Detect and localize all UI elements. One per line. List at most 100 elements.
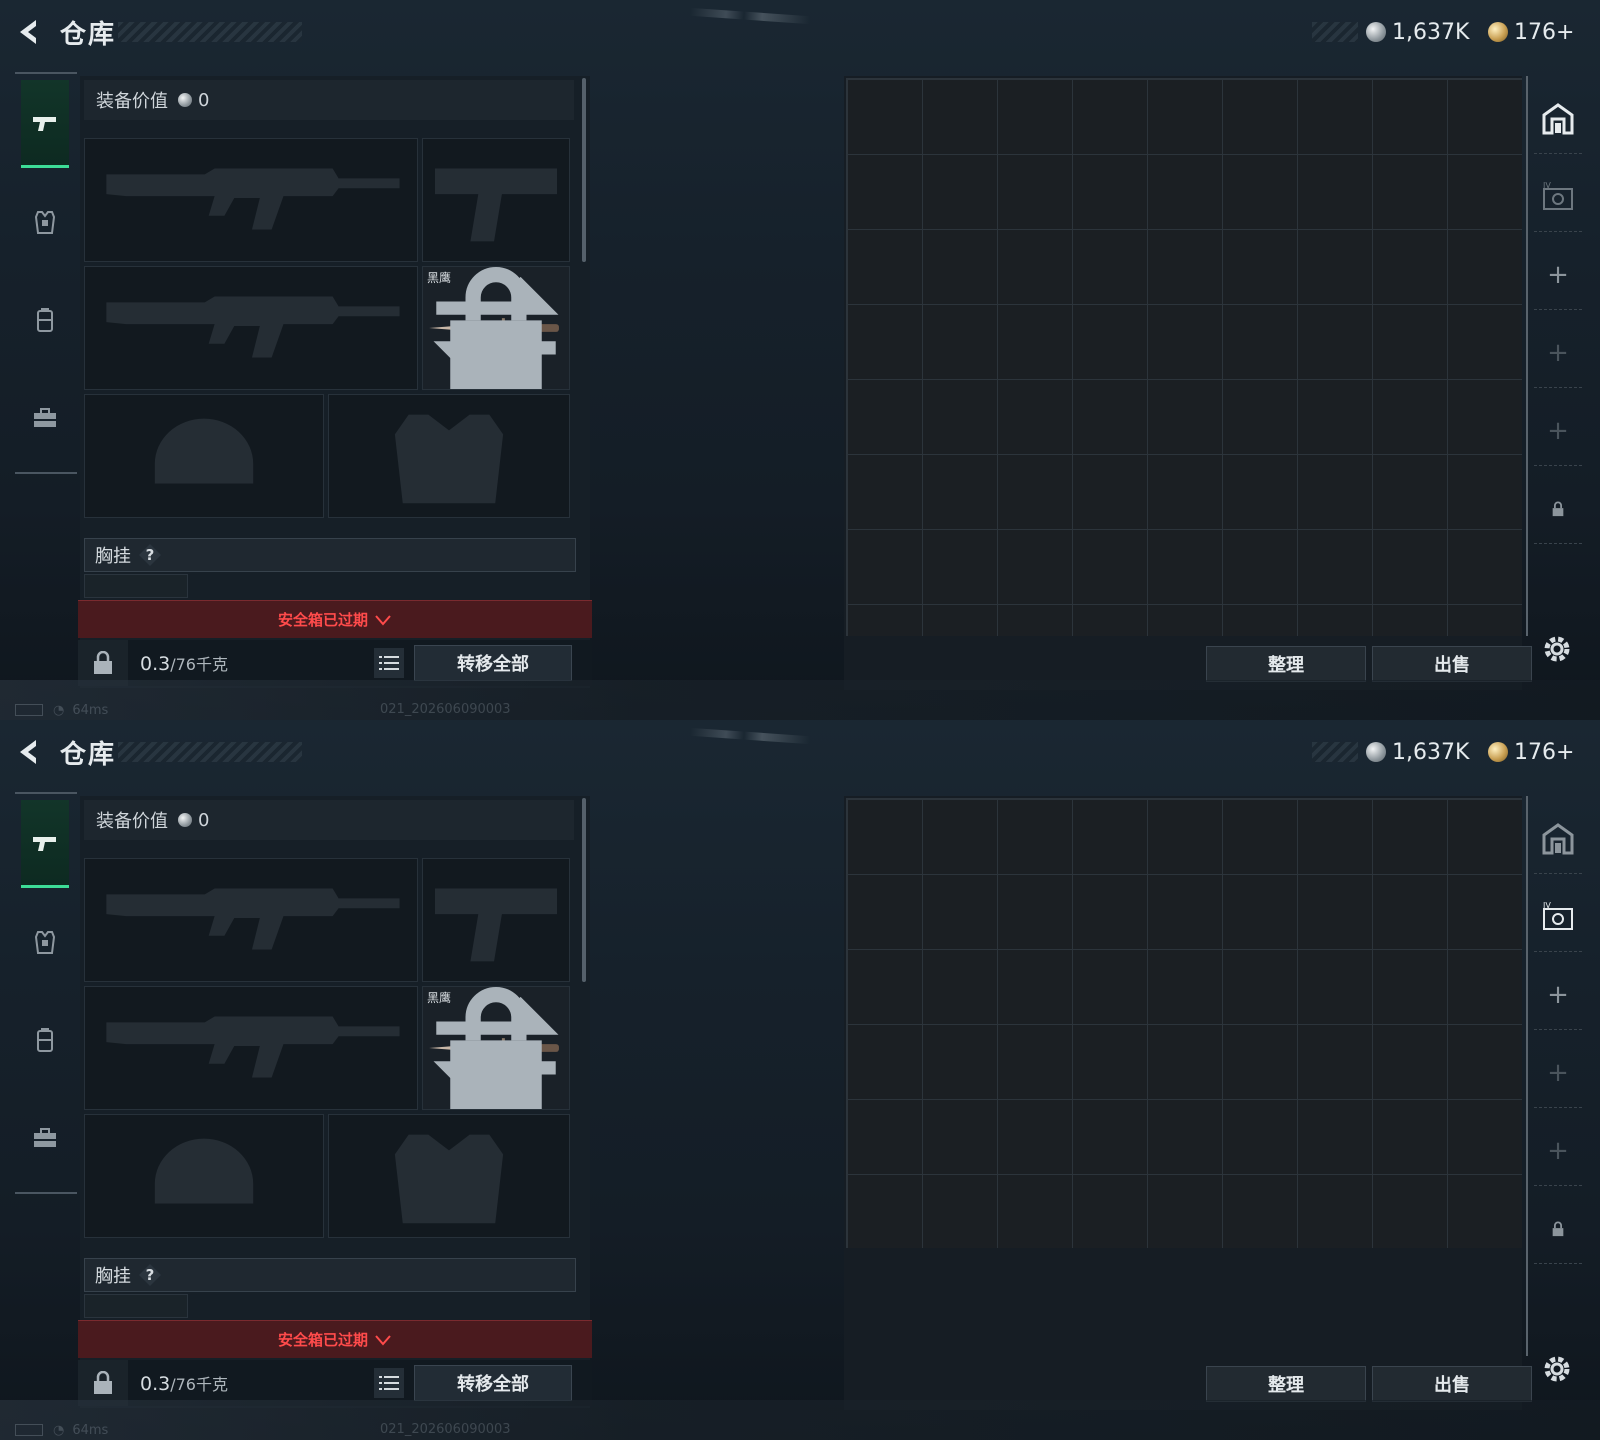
currency-decoration bbox=[1312, 742, 1358, 762]
silver-amount: 1,637K bbox=[1392, 19, 1470, 45]
list-view-button[interactable] bbox=[374, 1368, 404, 1398]
transfer-all-button[interactable]: 转移全部 bbox=[414, 645, 572, 681]
equipment-value-row: 装备价值 0 bbox=[84, 800, 574, 840]
rifle-silhouette-icon bbox=[106, 296, 400, 358]
chest-rig-slot[interactable] bbox=[84, 574, 188, 598]
weight-readout: 0.3/76千克 bbox=[140, 651, 228, 675]
equipment-value-row: 装备价值 0 bbox=[84, 80, 574, 120]
sell-button[interactable]: 出售 bbox=[1372, 1366, 1532, 1402]
status-bar: ◔ 64ms bbox=[15, 1422, 108, 1438]
locked-storage-slot[interactable] bbox=[1534, 1194, 1582, 1264]
gold-currency[interactable]: 176+ bbox=[1488, 18, 1574, 46]
nav-tab-toolbox[interactable] bbox=[21, 374, 69, 462]
pistol-slot[interactable] bbox=[422, 858, 570, 982]
helmet-slot[interactable] bbox=[84, 1114, 324, 1238]
storage-scrollbar[interactable] bbox=[1526, 796, 1528, 1356]
body-armor-slot[interactable] bbox=[328, 1114, 570, 1238]
equipment-panel: 装备价值 0 黑鹰 胸挂 ? 安全箱已过期 0.3/76千克 转移全部 bbox=[78, 76, 592, 688]
list-view-button[interactable] bbox=[374, 648, 404, 678]
sell-button[interactable]: 出售 bbox=[1372, 646, 1532, 682]
body-armor-slot[interactable] bbox=[328, 394, 570, 518]
melee-slot[interactable]: 黑鹰 bbox=[422, 986, 570, 1110]
transfer-all-button[interactable]: 转移全部 bbox=[414, 1365, 572, 1401]
silver-currency[interactable]: 1,637K bbox=[1366, 738, 1469, 766]
gear-icon[interactable] bbox=[1540, 1352, 1574, 1386]
battery-icon bbox=[15, 1424, 43, 1436]
add-storage-button-2[interactable]: + bbox=[1534, 318, 1582, 388]
add-storage-button-2[interactable]: + bbox=[1534, 1038, 1582, 1108]
warehouse-tab-main[interactable] bbox=[1534, 804, 1582, 874]
toolbox-icon bbox=[34, 408, 56, 427]
safebox-expired-banner[interactable]: 安全箱已过期 bbox=[78, 600, 592, 638]
chest-rig-help-button[interactable]: ? bbox=[139, 544, 161, 566]
warehouse-tab-expansion[interactable]: IV bbox=[1534, 882, 1582, 952]
equipment-value-label: 装备价值 bbox=[96, 811, 168, 832]
back-arrow-icon[interactable] bbox=[14, 736, 46, 768]
nav-tab-backpack[interactable] bbox=[21, 996, 69, 1084]
battery-icon bbox=[15, 704, 43, 716]
add-storage-button-3[interactable]: + bbox=[1534, 1116, 1582, 1186]
lock-toggle[interactable] bbox=[78, 640, 128, 686]
warehouse-tab-main[interactable] bbox=[1534, 84, 1582, 154]
nav-tab-weapons[interactable] bbox=[21, 80, 69, 168]
safebox-expired-banner[interactable]: 安全箱已过期 bbox=[78, 1320, 592, 1358]
equipment-footer: 0.3/76千克 转移全部 bbox=[78, 640, 592, 686]
lock-toggle[interactable] bbox=[78, 1360, 128, 1406]
weight-max: /76千克 bbox=[170, 655, 228, 674]
lock-icon bbox=[1552, 1221, 1564, 1236]
warehouse-screen-2: 仓库 1,637K 176+ 装备价值 0 黑鹰 胸挂 ? 安全箱已过期 0.3… bbox=[0, 720, 1600, 1440]
weight-readout: 0.3/76千克 bbox=[140, 1371, 228, 1395]
vest-silhouette-icon bbox=[394, 414, 504, 504]
gold-currency[interactable]: 176+ bbox=[1488, 738, 1574, 766]
pistol-slot[interactable] bbox=[422, 138, 570, 262]
nav-tab-backpack[interactable] bbox=[21, 276, 69, 364]
plus-icon: + bbox=[1547, 1057, 1569, 1088]
primary-weapon-slot[interactable] bbox=[84, 138, 418, 262]
warehouse-screen-1: 仓库 1,637K 176+ 装备价值 0 黑鹰 胸挂 ? 安全箱已过期 0.3… bbox=[0, 0, 1600, 720]
secondary-weapon-slot[interactable] bbox=[84, 266, 418, 390]
chest-rig-slot[interactable] bbox=[84, 1294, 188, 1318]
equipment-scrollbar[interactable] bbox=[582, 78, 586, 262]
weight-current: 0.3 bbox=[140, 653, 171, 675]
helmet-silhouette-icon bbox=[154, 418, 254, 484]
lock-icon bbox=[450, 987, 542, 1109]
chest-rig-help-button[interactable]: ? bbox=[139, 1264, 161, 1286]
secondary-weapon-slot[interactable] bbox=[84, 986, 418, 1110]
add-storage-button-1[interactable]: + bbox=[1534, 240, 1582, 310]
nav-tab-weapons[interactable] bbox=[21, 800, 69, 888]
sort-button[interactable]: 整理 bbox=[1206, 1366, 1366, 1402]
wifi-icon: ◔ bbox=[53, 702, 65, 718]
nav-tab-armor[interactable] bbox=[21, 178, 69, 266]
add-storage-button-1[interactable]: + bbox=[1534, 960, 1582, 1030]
melee-slot[interactable]: 黑鹰 bbox=[422, 266, 570, 390]
rifle-silhouette-icon bbox=[106, 888, 400, 950]
user-id: 021_202606090003 bbox=[380, 1422, 511, 1437]
equipment-panel: 装备价值 0 黑鹰 胸挂 ? 安全箱已过期 0.3/76千克 转移全部 bbox=[78, 796, 592, 1408]
ping-readout: 64ms bbox=[72, 702, 109, 718]
storage-grid[interactable] bbox=[846, 798, 1522, 1248]
add-storage-button-3[interactable]: + bbox=[1534, 396, 1582, 466]
locked-storage-slot[interactable] bbox=[1534, 474, 1582, 544]
sort-button[interactable]: 整理 bbox=[1206, 646, 1366, 682]
warehouse-icon bbox=[1542, 102, 1574, 134]
warehouse-tab-expansion[interactable]: IV bbox=[1534, 162, 1582, 232]
storage-grid[interactable] bbox=[846, 78, 1522, 636]
chest-rig-label: 胸挂 bbox=[95, 546, 131, 567]
page-title: 仓库 bbox=[60, 740, 117, 770]
gear-icon[interactable] bbox=[1540, 632, 1574, 666]
silver-currency[interactable]: 1,637K bbox=[1366, 18, 1469, 46]
primary-weapon-slot[interactable] bbox=[84, 858, 418, 982]
storage-scrollbar[interactable] bbox=[1526, 76, 1528, 636]
title-decoration bbox=[118, 22, 302, 42]
armor-vest-icon bbox=[34, 931, 56, 954]
back-arrow-icon[interactable] bbox=[14, 16, 46, 48]
helmet-silhouette-icon bbox=[154, 1138, 254, 1204]
helmet-slot[interactable] bbox=[84, 394, 324, 518]
svg-text:IV: IV bbox=[1543, 181, 1551, 190]
equipment-scrollbar[interactable] bbox=[582, 798, 586, 982]
silver-coin-icon bbox=[1366, 22, 1386, 42]
armor-vest-icon bbox=[34, 211, 56, 234]
nav-tab-armor[interactable] bbox=[21, 898, 69, 986]
silver-coin-icon bbox=[178, 813, 192, 827]
nav-tab-toolbox[interactable] bbox=[21, 1094, 69, 1182]
